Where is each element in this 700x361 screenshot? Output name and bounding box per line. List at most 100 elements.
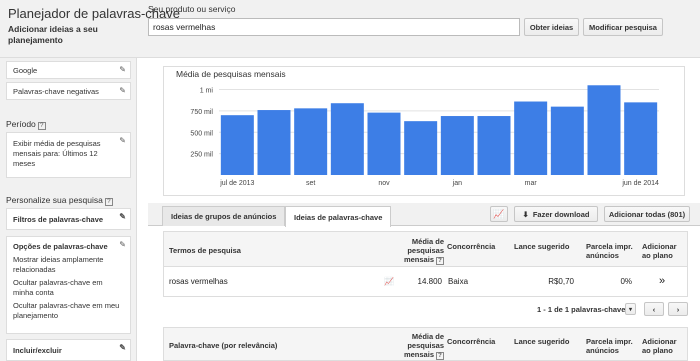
y-tick-label: 250 mil: [190, 152, 213, 159]
chart-bar-fev[interactable]: [477, 116, 511, 175]
avg-searches-cell: 14.800: [417, 277, 442, 286]
col-avg-searches[interactable]: Média de pesquisas mensais?: [396, 237, 444, 265]
col-impression-share[interactable]: Parcela impr. anúncios: [586, 242, 636, 260]
chart-bar-set[interactable]: [294, 108, 328, 175]
include-exclude-label: Incluir/excluir: [13, 346, 62, 355]
pencil-icon[interactable]: ✎: [119, 86, 126, 96]
tab-keyword-ideas[interactable]: Ideias de palavras-chave: [285, 206, 392, 227]
next-page-button[interactable]: ›: [668, 302, 688, 316]
rows-dropdown[interactable]: ▾: [625, 303, 636, 315]
keyword-options-setting[interactable]: Opções de palavras-chave Mostrar ideias …: [6, 236, 131, 334]
download-icon: ⬇: [522, 209, 529, 219]
pencil-icon[interactable]: ✎: [119, 65, 126, 75]
keyword-options-title: Opções de palavras-chave: [13, 242, 108, 251]
add-ideas-link[interactable]: Adicionar ideias a seu planejamento: [8, 24, 138, 46]
chart-bar-mar[interactable]: [514, 101, 548, 175]
chart-bar-jan[interactable]: [440, 116, 474, 175]
pencil-icon[interactable]: ✎: [119, 136, 126, 146]
col-bid-2[interactable]: Lance sugerido: [514, 337, 569, 346]
col-add-2: Adicionar ao plano: [642, 337, 677, 355]
col-competition-2[interactable]: Concorrência: [447, 337, 495, 346]
search-terms-table: Termos de pesquisa Média de pesquisas me…: [163, 231, 688, 305]
chevron-right-icon: ›: [676, 304, 680, 314]
chart-svg: Média de pesquisas mensais 250 mil 500 mi…: [176, 69, 659, 187]
col-add-to-plan: Adicionar ao plano: [642, 242, 677, 260]
chart-bar-jun-de-2014[interactable]: [624, 102, 658, 175]
help-icon[interactable]: ?: [436, 257, 444, 265]
x-tick-label: jul de 2013: [219, 180, 254, 187]
option-hide-plan: Ocultar palavras-chave em meu planejamen…: [13, 301, 120, 320]
personalize-heading-text: Personalize sua pesquisa: [6, 195, 103, 205]
pagination-label: 1 - 1 de 1 palavras-chave: [537, 305, 626, 314]
keywords-table-header: Palavra-chave (por relevância) Média de …: [163, 327, 688, 361]
personalize-heading: Personalize sua pesquisa?: [6, 195, 113, 206]
option-hide-account: Ocultar palavras-chave em minha conta: [13, 278, 103, 297]
x-tick-label: jun de 2014: [621, 180, 659, 187]
option-broad-ideas: Mostrar ideias amplamente relacionadas: [13, 255, 104, 274]
chart-title: Média de pesquisas mensais: [176, 69, 286, 79]
col-share-2[interactable]: Parcela impr. anúncios: [586, 337, 636, 355]
get-ideas-button[interactable]: Obter ideias: [524, 18, 579, 36]
search-term-cell: rosas vermelhas: [169, 277, 228, 286]
y-tick-label: 500 mil: [190, 130, 213, 137]
pencil-icon[interactable]: ✎: [119, 240, 126, 250]
pencil-icon[interactable]: ✎: [119, 343, 126, 353]
period-heading: Período?: [6, 119, 46, 130]
x-tick-label: nov: [378, 180, 390, 187]
table-row: rosas vermelhas 📈 14.800 Baixa R$0,70 0%…: [163, 267, 688, 297]
keyword-filters-label: Filtros de palavras-chave: [13, 215, 104, 224]
monthly-searches-chart: Média de pesquisas mensais 250 mil 500 mi…: [163, 66, 685, 196]
help-icon[interactable]: ?: [37, 122, 46, 130]
col-avg-searches-2[interactable]: Média de pesquisas mensais?: [396, 332, 444, 360]
product-label: Seu produto ou serviço: [148, 4, 236, 14]
product-input[interactable]: [148, 18, 520, 36]
prev-page-button[interactable]: ‹: [644, 302, 664, 316]
trend-chart-icon[interactable]: 📈: [384, 277, 394, 286]
top-header: Planejador de palavras-chave Adicionar i…: [0, 0, 700, 58]
chart-bar-ago[interactable]: [257, 110, 291, 175]
chart-bar-out[interactable]: [330, 103, 364, 175]
chart-bar-nov[interactable]: [367, 112, 401, 175]
competition-cell: Baixa: [448, 277, 469, 286]
pencil-icon[interactable]: ✎: [119, 212, 126, 222]
download-label: Fazer download: [532, 209, 590, 219]
col-suggested-bid[interactable]: Lance sugerido: [514, 242, 569, 251]
chevron-left-icon: ‹: [652, 304, 656, 314]
chart-toggle-button[interactable]: 📈: [490, 206, 508, 222]
negative-keywords-setting[interactable]: Palavras-chave negativas ✎: [6, 82, 131, 100]
tab-ad-group-ideas[interactable]: Ideias de grupos de anúncios: [162, 206, 286, 226]
help-icon[interactable]: ?: [104, 198, 113, 206]
x-tick-label: mar: [525, 180, 538, 187]
chart-bar-dez[interactable]: [404, 121, 438, 175]
download-button[interactable]: ⬇ Fazer download: [514, 206, 598, 222]
keyword-filters-setting[interactable]: Filtros de palavras-chave ✎: [6, 208, 131, 230]
chart-icon: 📈: [493, 208, 505, 219]
period-setting[interactable]: Exibir média de pesquisas mensais para: …: [6, 132, 131, 178]
chart-bar-jul-de-2013[interactable]: [220, 115, 254, 175]
x-tick-label: jan: [452, 180, 462, 187]
results-tabs: Ideias de grupos de anúncios Ideias de p…: [148, 203, 700, 227]
chart-bar-mai[interactable]: [587, 85, 621, 175]
modify-search-button[interactable]: Modificar pesquisa: [583, 18, 663, 36]
negative-keywords-label: Palavras-chave negativas: [13, 87, 99, 96]
table-header-row: Termos de pesquisa Média de pesquisas me…: [163, 231, 688, 267]
x-tick-label: set: [306, 180, 315, 187]
help-icon[interactable]: ?: [436, 352, 444, 360]
network-label: Google: [13, 66, 38, 75]
y-tick-label: 750 mil: [190, 109, 213, 116]
chart-bar-abr[interactable]: [550, 106, 584, 175]
sidebar: Google ✎ Palavras-chave negativas ✎ Perí…: [0, 58, 137, 361]
add-all-button[interactable]: Adicionar todas (801): [604, 206, 690, 222]
period-text: Exibir média de pesquisas mensais para: …: [13, 139, 101, 168]
col-search-terms[interactable]: Termos de pesquisa: [169, 246, 241, 255]
y-tick-label: 1 mi: [200, 88, 214, 95]
network-setting[interactable]: Google ✎: [6, 61, 131, 79]
add-to-plan-button[interactable]: »: [659, 275, 665, 287]
col-competition-label: Concorrência: [447, 242, 496, 251]
col-competition[interactable]: Concorrência: [447, 242, 495, 251]
include-exclude-setting[interactable]: Incluir/excluir ✎: [6, 339, 131, 361]
col-keyword[interactable]: Palavra-chave (por relevância): [169, 341, 277, 350]
col-share-label: Parcela impr. anúncios: [586, 242, 633, 260]
period-heading-text: Período: [6, 119, 36, 129]
col-bid-label: Lance sugerido: [514, 242, 570, 251]
